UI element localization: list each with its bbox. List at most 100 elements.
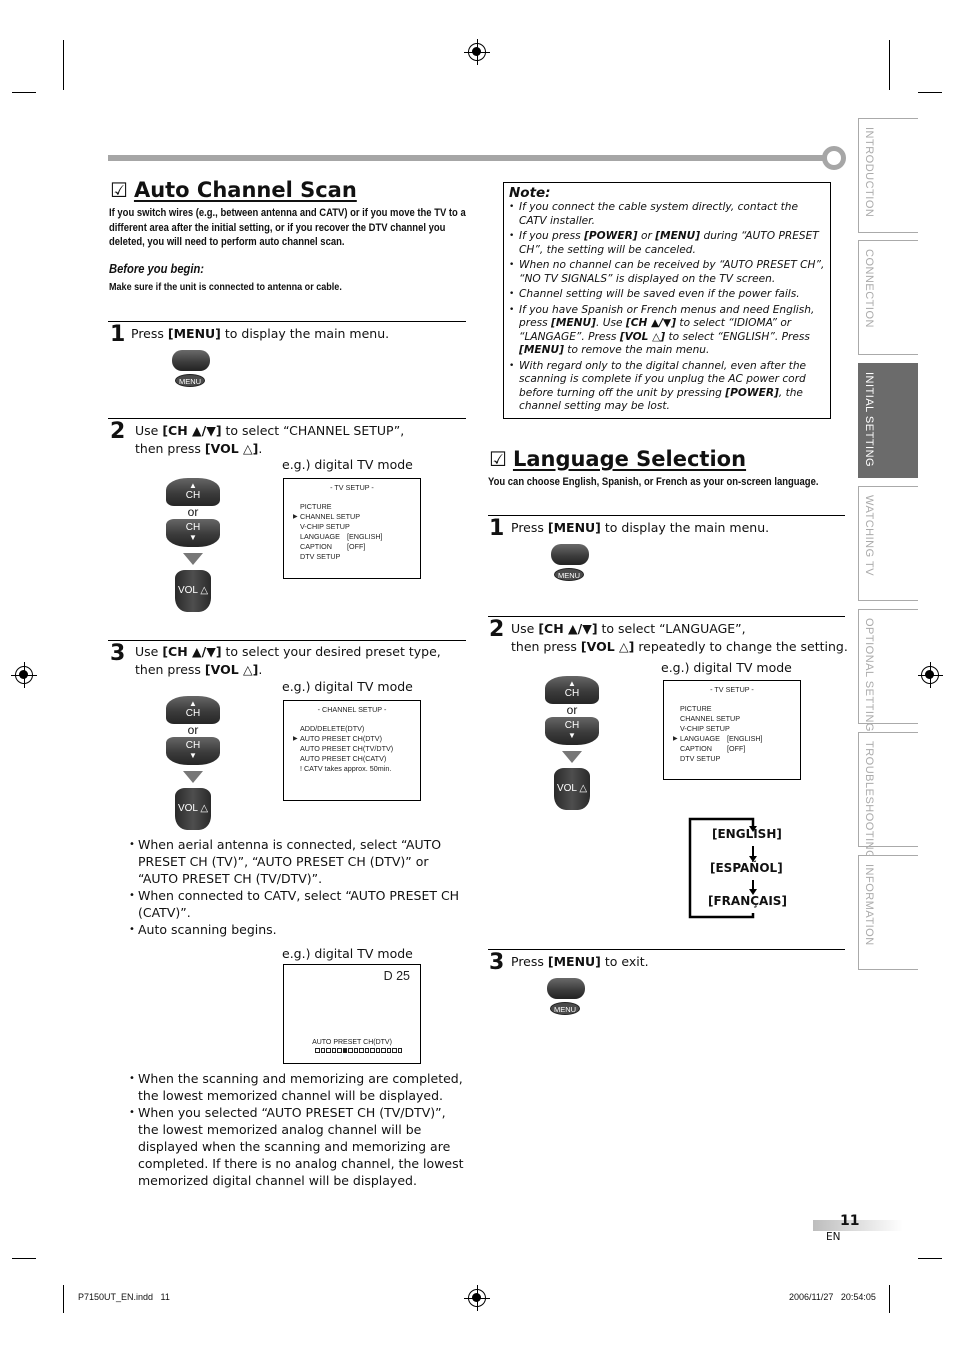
osd-menu-item: AUTO PRESET CH(CATV) [284, 754, 420, 764]
or-label: or [187, 723, 199, 737]
scan-progress-bar [315, 1048, 402, 1053]
step-instruction: Press [MENU] to display the main menu. [511, 519, 769, 537]
text: then press [135, 440, 205, 456]
osd-menu-item: ▶ AUTO PRESET CH(DTV) [284, 734, 420, 744]
language-title: Language Selection [512, 447, 747, 471]
osd-menu-item: V-CHIP SETUP [664, 724, 800, 734]
osd-item-value: [ENGLISH] [347, 532, 383, 541]
step-number: 2 [489, 617, 505, 642]
header-rule [108, 155, 826, 161]
step-divider [108, 321, 466, 322]
side-tab[interactable]: INITIAL SETTING [858, 363, 918, 478]
side-tab[interactable]: TROUBLESHOOTING [858, 732, 918, 859]
text: Press [511, 520, 548, 535]
progress-segment [337, 1048, 342, 1053]
osd-menu-item: AUTO PRESET CH(TV/DTV) [284, 744, 420, 754]
ch-down-button[interactable]: CH ▼ [166, 519, 220, 547]
osd-item-label: PICTURE [680, 704, 712, 713]
ch-up-button[interactable]: ▲ CH [166, 478, 220, 506]
osd-item-label: LANGUAGE [300, 532, 340, 541]
key-label: [VOL △] [580, 638, 635, 654]
osd-title: - TV SETUP - [330, 483, 374, 492]
osd-item-label: DTV SETUP [680, 754, 721, 763]
osd-menu-item: V-CHIP SETUP [284, 522, 420, 532]
list-item: If you have Spanish or French menus and … [509, 304, 827, 358]
vol-up-button[interactable]: VOL △ [175, 570, 211, 612]
ch-down-button[interactable]: CH ▼ [166, 737, 220, 765]
side-tab[interactable]: WATCHING TV [858, 486, 918, 601]
osd-item-value: [ENGLISH] [727, 734, 763, 743]
ch-up-button[interactable]: ▲ CH [545, 676, 599, 704]
key-label: [VOL △] [204, 661, 259, 677]
side-tab-label: INFORMATION [863, 864, 875, 946]
vol-up-button[interactable]: VOL △ [175, 788, 211, 830]
vol-up-button[interactable]: VOL △ [554, 768, 590, 810]
step-instruction: Press [MENU] to display the main menu. [131, 325, 389, 343]
list-item: If you connect the cable system directly… [509, 201, 827, 228]
side-tab[interactable]: INTRODUCTION [858, 118, 918, 233]
progress-segment [364, 1048, 369, 1053]
side-tab[interactable]: OPTIONAL SETTING [858, 609, 918, 732]
before-you-begin-text: Make sure if the unit is connected to an… [109, 281, 342, 293]
text: Use [135, 423, 163, 438]
list-item: When the scanning and memorizing are com… [129, 1070, 464, 1104]
step-divider [488, 949, 845, 950]
menu-button[interactable] [551, 544, 589, 565]
language-option-spanish: [ESPAÑOL] [710, 861, 783, 875]
side-tab[interactable]: INFORMATION [858, 855, 918, 970]
progress-segment [392, 1048, 397, 1053]
osd-item-label: CHANNEL SETUP [680, 714, 741, 723]
osd-item-label: AUTO PRESET CH(DTV) [300, 734, 382, 743]
key-label: [VOL △] [204, 440, 259, 456]
ch-label: CH [185, 740, 201, 751]
list-item: When no channel can be received by “AUTO… [509, 259, 827, 286]
text: to exit. [600, 954, 649, 969]
note-list: If you connect the cable system directly… [509, 201, 827, 414]
side-tab-label: INITIAL SETTING [863, 372, 875, 468]
osd-item-label: PICTURE [300, 502, 332, 511]
key-label: [MENU] [547, 954, 601, 969]
side-tab-label: WATCHING TV [863, 495, 875, 577]
language-code: EN [826, 1231, 841, 1243]
list-item: When you selected “AUTO PRESET CH (TV/DT… [129, 1104, 464, 1189]
ch-label: CH [185, 490, 201, 501]
text: Press [511, 954, 548, 969]
tv-setup-osd: - TV SETUP - PICTURE ▶ CHANNEL SETUP V-CHIP … [283, 478, 421, 579]
channel-number: D 25 [383, 969, 410, 983]
ch-up-button[interactable]: ▲ CH [166, 696, 220, 724]
ch-down-button[interactable]: CH ▼ [545, 717, 599, 745]
progress-segment [397, 1048, 402, 1053]
key-label: [CH ▲/▼] [162, 644, 222, 659]
crop-mark [918, 1258, 942, 1259]
language-option-french: [FRANÇAIS] [708, 894, 787, 908]
osd-menu-item: ▶ LANGUAGE [ENGLISH] [664, 734, 800, 744]
osd-item-label: AUTO PRESET CH(CATV) [300, 754, 387, 763]
menu-button-label: MENU [554, 568, 584, 581]
progress-segment [342, 1048, 347, 1053]
ch-label: CH [564, 688, 580, 699]
header-ring-icon [822, 146, 846, 170]
registration-mark-icon [464, 1285, 490, 1311]
osd-menu-item: CHANNEL SETUP [664, 714, 800, 724]
auto-scan-intro: If you switch wires (e.g., between anten… [109, 207, 466, 248]
page-number: 11 [840, 1213, 860, 1229]
osd-title: - CHANNEL SETUP - [317, 705, 387, 714]
key-label: [MENU] [547, 520, 601, 535]
example-caption: e.g.) digital TV mode [282, 946, 413, 961]
step-divider [488, 515, 845, 516]
before-you-begin-label: Before you begin: [109, 261, 205, 276]
key-label: [MENU] [167, 326, 221, 341]
ch-label: CH [185, 522, 201, 533]
text: to select “CHANNEL SETUP”, [221, 423, 405, 438]
menu-button[interactable] [172, 350, 210, 371]
completion-notes: When the scanning and memorizing are com… [129, 1070, 464, 1189]
osd-menu-item: PICTURE [284, 502, 420, 512]
progress-segment [348, 1048, 353, 1053]
menu-button[interactable] [547, 978, 585, 999]
progress-segment [353, 1048, 358, 1053]
text: to display the main menu. [220, 326, 390, 341]
progress-segment [326, 1048, 331, 1053]
language-heading: ☑ Language Selection [489, 447, 746, 471]
progress-segment [381, 1048, 386, 1053]
side-tab[interactable]: CONNECTION [858, 240, 918, 355]
